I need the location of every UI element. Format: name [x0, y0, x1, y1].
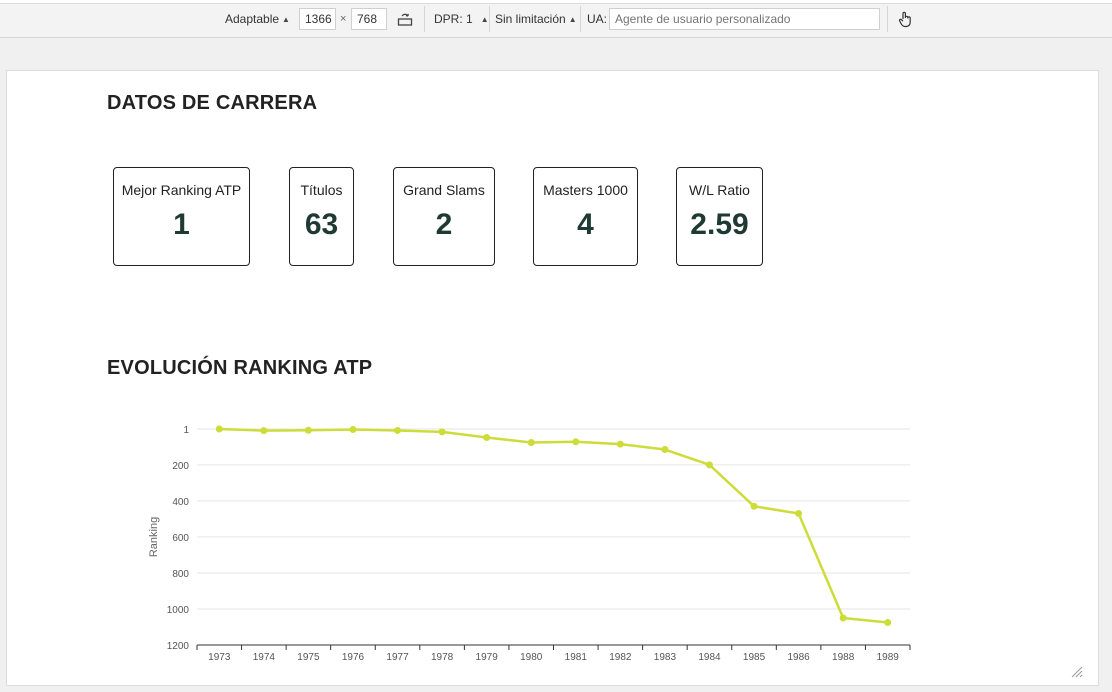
data-point	[572, 438, 580, 446]
data-point	[616, 440, 624, 448]
x-tick-label: 1982	[609, 652, 632, 663]
data-point	[795, 509, 803, 517]
dpr-select-label: DPR: 1	[434, 12, 473, 26]
data-point	[304, 426, 312, 434]
y-tick-label: 1200	[167, 641, 190, 652]
toolbar-separator	[580, 6, 581, 32]
rotate-icon[interactable]	[397, 11, 413, 27]
x-tick-label: 1981	[565, 652, 588, 663]
x-tick-label: 1976	[342, 652, 365, 663]
y-tick-label: 800	[172, 569, 189, 580]
updown-caret-icon: ▲︎	[480, 14, 489, 24]
toolbar-top-border	[0, 0, 1112, 4]
data-point	[705, 461, 713, 469]
ua-label: UA:	[587, 12, 608, 26]
throttle-select[interactable]: Sin limitación ▲︎	[495, 8, 577, 30]
data-point	[884, 618, 892, 626]
dimension-times-sign: ×	[340, 13, 347, 25]
width-input[interactable]: 1366	[299, 8, 336, 30]
y-axis-label: Ranking	[148, 517, 160, 557]
touch-simulation-icon[interactable]	[896, 10, 914, 28]
ranking-line-chart: 1200400600800100012001973 1974 1975 1976 197…	[148, 425, 911, 663]
data-point	[260, 427, 268, 435]
series-line	[219, 427, 888, 624]
y-tick-label: 600	[172, 533, 189, 544]
device-select[interactable]: Adaptable ▲︎	[225, 8, 290, 30]
data-point	[349, 426, 357, 434]
x-tick-label: 1983	[654, 652, 677, 663]
x-tick-label: 1977	[386, 652, 409, 663]
data-point	[215, 425, 223, 433]
data-point	[527, 439, 535, 447]
updown-caret-icon: ▲︎	[568, 14, 577, 24]
throttle-select-label: Sin limitación	[495, 12, 566, 26]
x-tick-label: 1985	[743, 652, 766, 663]
toolbar-separator	[424, 6, 425, 32]
y-tick-label: 1	[183, 425, 189, 436]
resize-handle-icon[interactable]	[1071, 666, 1083, 678]
toolbar-separator	[887, 6, 888, 32]
responsive-viewport: DATOS DE CARRERA Mejor Ranking ATP 1 Tít…	[6, 70, 1099, 686]
x-tick-label: 1984	[698, 652, 721, 663]
dpr-select[interactable]: DPR: 1 ▲︎	[434, 8, 489, 30]
y-tick-label: 400	[172, 497, 189, 508]
y-tick-label: 200	[172, 461, 189, 472]
x-tick-label: 1975	[297, 652, 320, 663]
height-input[interactable]: 768	[351, 8, 387, 30]
device-select-label: Adaptable	[225, 12, 280, 26]
x-tick-label: 1973	[208, 652, 231, 663]
x-tick-label: 1979	[476, 652, 499, 663]
updown-caret-icon: ▲︎	[282, 14, 290, 24]
device-toolbar: Adaptable ▲︎ 1366 × 768 DPR: 1 ▲︎ Sin li…	[0, 0, 1112, 38]
data-point	[438, 428, 446, 436]
x-tick-label: 1986	[787, 652, 810, 663]
data-point	[483, 433, 491, 441]
user-agent-input[interactable]	[609, 8, 880, 30]
x-tick-label: 1978	[431, 652, 454, 663]
x-tick-label: 1980	[520, 652, 543, 663]
data-point	[839, 614, 847, 622]
y-tick-label: 1000	[167, 605, 190, 616]
data-point	[750, 502, 758, 510]
x-tick-label: 1989	[877, 652, 900, 663]
data-point	[661, 446, 669, 454]
data-point	[394, 426, 402, 434]
x-tick-label: 1974	[253, 652, 276, 663]
x-tick-label: 1988	[832, 652, 855, 663]
toolbar-separator	[489, 6, 490, 32]
